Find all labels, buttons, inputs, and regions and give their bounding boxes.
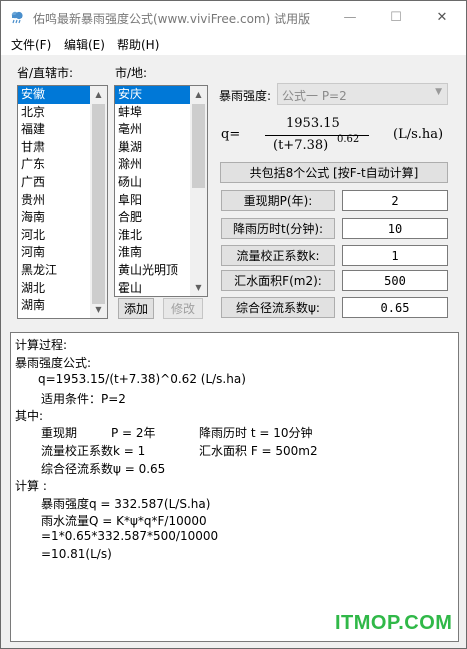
city-scrollbar[interactable]: ▲ ▼ bbox=[190, 86, 207, 296]
result-line: 雨水流量Q = K*ψ*q*F/10000 bbox=[41, 514, 207, 528]
result-line: =1*0.65*332.587*500/10000 bbox=[41, 529, 219, 543]
watermark: ITMOP.COM bbox=[335, 612, 453, 634]
auto-calc-button[interactable]: 共包括8个公式 [按F-t自动计算] bbox=[220, 162, 448, 183]
city-label: 市/地: bbox=[115, 66, 148, 80]
formula-numerator: 1953.15 bbox=[286, 116, 340, 131]
param-value-field[interactable]: 2 bbox=[342, 190, 448, 211]
result-line: P = 2年 bbox=[111, 426, 156, 440]
app-window: 佑鸣最新暴雨强度公式(www.viviFree.com) 试用版 — ☐ ✕ 文… bbox=[0, 0, 467, 649]
minimize-icon: — bbox=[343, 9, 357, 25]
close-icon: ✕ bbox=[436, 9, 448, 25]
param-label-button[interactable]: 综合径流系数ψ: bbox=[221, 297, 335, 318]
result-line: 计算过程: bbox=[15, 338, 68, 352]
result-line: 汇水面积 F = 500m2 bbox=[199, 444, 318, 458]
menu-file[interactable]: 文件(F) bbox=[11, 36, 51, 53]
intensity-label: 暴雨强度: bbox=[219, 89, 272, 103]
province-label: 省/直辖市: bbox=[17, 66, 74, 80]
param-label-button[interactable]: 汇水面积F(m2): bbox=[221, 270, 335, 291]
maximize-button[interactable]: ☐ bbox=[373, 1, 419, 33]
title-bar[interactable]: 佑鸣最新暴雨强度公式(www.viviFree.com) 试用版 — ☐ ✕ bbox=[1, 1, 466, 33]
close-button[interactable]: ✕ bbox=[419, 1, 465, 33]
result-line: 综合径流系数ψ = 0.65 bbox=[41, 462, 166, 476]
add-button[interactable]: 添加 bbox=[118, 298, 154, 319]
scroll-thumb[interactable] bbox=[92, 104, 105, 304]
minimize-button[interactable]: — bbox=[327, 1, 373, 33]
formula-denominator: (t+7.38) bbox=[273, 138, 329, 153]
param-label-button[interactable]: 重现期P(年): bbox=[221, 190, 335, 211]
result-line: 计算 : bbox=[15, 479, 47, 493]
result-line: q=1953.15/(t+7.38)^0.62 (L/s.ha) bbox=[38, 372, 246, 386]
result-textarea[interactable]: 计算过程: 暴雨强度公式: q=1953.15/(t+7.38)^0.62 (L… bbox=[10, 332, 459, 642]
scroll-up-icon[interactable]: ▲ bbox=[190, 86, 207, 103]
formula-exponent: 0.62 bbox=[337, 134, 360, 145]
scroll-thumb[interactable] bbox=[192, 104, 205, 188]
menu-bar: 文件(F) 编辑(E) 帮助(H) bbox=[1, 33, 466, 56]
param-label-button[interactable]: 流量校正系数k: bbox=[221, 245, 335, 266]
param-label-button[interactable]: 降雨历时t(分钟): bbox=[221, 218, 335, 239]
result-line: 暴雨强度q = 332.587(L/S.ha) bbox=[41, 497, 211, 511]
chevron-down-icon: ▼ bbox=[435, 87, 442, 97]
param-value-field[interactable]: 1 bbox=[342, 245, 448, 266]
province-scrollbar[interactable]: ▲ ▼ bbox=[90, 86, 107, 318]
result-line: 适用条件：P=2 bbox=[41, 392, 126, 406]
maximize-icon: ☐ bbox=[390, 9, 402, 25]
param-value-field[interactable]: 0.65 bbox=[342, 297, 448, 318]
formula-lhs: q= bbox=[221, 127, 241, 142]
menu-help[interactable]: 帮助(H) bbox=[117, 36, 159, 53]
formula-select-value: 公式一 P=2 bbox=[282, 89, 347, 103]
param-value-field[interactable]: 10 bbox=[342, 218, 448, 239]
province-listbox[interactable]: 安徽 北京 福建 甘肃 广东 广西 贵州 海南 河北 河南 黑龙江 湖北 湖南 ▲ ▼ bbox=[17, 85, 108, 319]
result-line: 其中: bbox=[15, 409, 44, 423]
formula-select[interactable]: 公式一 P=2 ▼ bbox=[277, 83, 448, 105]
result-line: =10.81(L/s) bbox=[41, 547, 112, 561]
app-logo-icon bbox=[11, 11, 23, 24]
menu-edit[interactable]: 编辑(E) bbox=[64, 36, 105, 53]
formula-unit: (L/s.ha) bbox=[393, 127, 444, 142]
modify-button[interactable]: 修改 bbox=[163, 298, 203, 319]
scroll-down-icon[interactable]: ▼ bbox=[90, 301, 107, 318]
result-line: 流量校正系数k = 1 bbox=[41, 444, 146, 458]
param-value-field[interactable]: 500 bbox=[342, 270, 448, 291]
scroll-up-icon[interactable]: ▲ bbox=[90, 86, 107, 103]
result-line: 降雨历时 t = 10分钟 bbox=[199, 426, 313, 440]
scroll-down-icon[interactable]: ▼ bbox=[190, 279, 207, 296]
result-line: 重现期 bbox=[41, 426, 78, 440]
result-line: 暴雨强度公式: bbox=[15, 356, 92, 370]
city-listbox[interactable]: 安庆 蚌埠 亳州 巢湖 滁州 砀山 阜阳 合肥 淮北 淮南 黄山光明顶 霍山 ▲ ▼ bbox=[114, 85, 208, 297]
window-title: 佑鸣最新暴雨强度公式(www.viviFree.com) 试用版 bbox=[33, 12, 311, 26]
